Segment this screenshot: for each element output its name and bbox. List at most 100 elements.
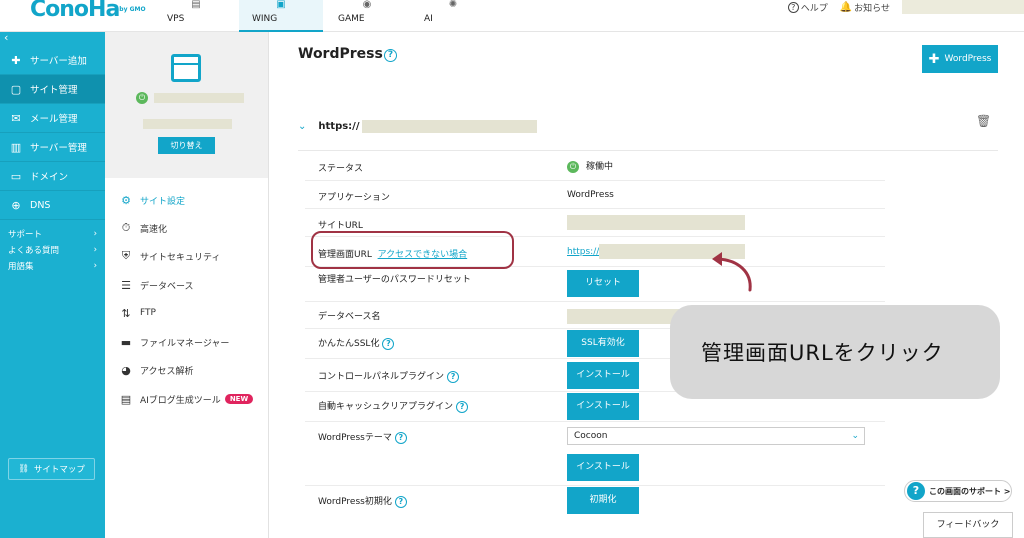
sidebar-item-glossary[interactable]: 用語集 › xyxy=(0,258,105,274)
ssl-label-group: かんたんSSL化? xyxy=(318,336,395,350)
nav-tab-ai[interactable]: ✺ AI xyxy=(411,0,495,32)
sidebar-item-label: サーバー管理 xyxy=(30,143,87,154)
cp-plugin-install-button[interactable]: インストール xyxy=(567,362,639,389)
user-account-bar[interactable] xyxy=(902,0,1024,14)
nav-tab-game[interactable]: ◉ GAME xyxy=(325,0,409,32)
help-question-icon[interactable]: ? xyxy=(447,370,460,383)
nav-tab-vps[interactable]: ▤ VPS xyxy=(154,0,238,32)
site-name-redacted xyxy=(154,93,244,103)
sidebar-small-label: サポート xyxy=(8,230,43,240)
help-question-icon[interactable]: ? xyxy=(394,495,407,508)
add-wordpress-button[interactable]: ✚ WordPress xyxy=(922,45,998,73)
admin-url-highlight xyxy=(311,231,514,269)
menu-label: ファイルマネージャー xyxy=(140,338,230,349)
sidebar-item-dns[interactable]: ⊕ DNS xyxy=(0,191,105,220)
sidebar-item-support[interactable]: サポート › xyxy=(0,226,105,242)
sidebar-item-domain[interactable]: ▭ ドメイン xyxy=(0,162,105,191)
sidebar-item-label: DNS xyxy=(30,199,51,211)
theme-label: WordPressテーマ xyxy=(318,433,392,443)
notice-label: お知らせ xyxy=(854,3,890,14)
globe-icon: ⊕ xyxy=(11,198,21,212)
trash-icon[interactable]: 🗑 xyxy=(976,114,991,128)
theme-select[interactable]: Cocoon ⌄ xyxy=(567,427,865,445)
status-value: ⏻ 稼働中 xyxy=(567,159,613,173)
shield-icon: ⛨ xyxy=(121,249,131,262)
site-url-header[interactable]: ⌄ https:// xyxy=(298,118,998,134)
theme-install-button[interactable]: インストール xyxy=(567,454,639,481)
row-password-reset: 管理者ユーザーのパスワードリセット リセット xyxy=(305,267,885,302)
help-question-icon[interactable]: ? xyxy=(456,400,469,413)
site-domain-redacted xyxy=(143,119,232,129)
notice-link[interactable]: 🔔 お知らせ xyxy=(840,1,890,14)
site-url-redacted xyxy=(567,215,745,230)
row-status: ステータス ⏻ 稼働中 xyxy=(305,151,885,181)
sidebar-item-server[interactable]: ▥ サーバー管理 xyxy=(0,133,105,162)
menu-site-settings[interactable]: ⚙ サイト設定 xyxy=(105,186,269,214)
menu-label: 高速化 xyxy=(140,224,168,235)
chevron-down-icon[interactable]: ⌄ xyxy=(298,121,306,132)
feedback-button[interactable]: フィードバック xyxy=(923,512,1013,538)
menu-label: FTP xyxy=(140,308,156,318)
application-value: WordPress xyxy=(567,190,614,200)
header-utilities: ? ヘルプ 🔔 お知らせ xyxy=(787,0,1024,14)
chevron-right-icon: › xyxy=(93,245,97,255)
row-theme: WordPressテーマ? Cocoon ⌄ インストール xyxy=(305,422,885,486)
collapse-icon[interactable]: ‹ xyxy=(0,32,105,46)
site-window-icon xyxy=(171,54,201,82)
bell-icon: 🔔 xyxy=(839,1,853,13)
help-label: ヘルプ xyxy=(800,3,828,14)
help-question-icon[interactable]: ? xyxy=(384,49,397,62)
database-name-label: データベース名 xyxy=(318,312,381,322)
cache-plugin-install-button[interactable]: インストール xyxy=(567,393,639,420)
sidebar-item-site-management[interactable]: ▢ サイト管理 xyxy=(0,75,105,104)
menu-ftp[interactable]: ⇅ FTP xyxy=(105,299,269,327)
menu-site-security[interactable]: ⛨ サイトセキュリティ xyxy=(105,242,269,270)
row-init: WordPress初期化? 初期化 xyxy=(305,486,885,516)
menu-label: アクセス解析 xyxy=(140,366,194,377)
annotation-callout: 管理画面URLをクリック xyxy=(670,305,1000,399)
cache-plugin-label-group: 自動キャッシュクリアプラグイン? xyxy=(318,399,469,413)
menu-ai-blog-tool[interactable]: ▤ AIブログ生成ツール NEW xyxy=(105,385,269,413)
conoha-logo[interactable]: ConoHaby GMO xyxy=(30,0,146,24)
sidebar-item-faq[interactable]: よくある質問 › xyxy=(0,242,105,258)
screen-support-button[interactable]: ? この画面のサポート > xyxy=(904,480,1012,502)
question-icon: ? xyxy=(907,482,925,500)
support-label: この画面のサポート > xyxy=(929,486,1011,496)
sidebar-item-add-server[interactable]: ✚ サーバー追加 xyxy=(0,46,105,75)
sidebar-item-mail[interactable]: ✉ メール管理 xyxy=(0,104,105,133)
menu-file-manager[interactable]: ▬ ファイルマネージャー xyxy=(105,328,269,356)
site-url-prefix: https:// xyxy=(318,120,360,132)
nav-tab-label: WING xyxy=(252,14,278,24)
sidebar-item-label: メール管理 xyxy=(30,114,78,125)
sitemap-icon: ⛓ xyxy=(18,464,29,474)
switch-site-button[interactable]: 切り替え xyxy=(158,137,215,154)
sitemap-button[interactable]: ⛓ サイトマップ xyxy=(8,458,95,480)
page-title: WordPress xyxy=(298,46,383,62)
theme-label-group: WordPressテーマ? xyxy=(318,430,407,444)
pie-chart-icon: ◕ xyxy=(121,363,131,377)
row-application: アプリケーション WordPress xyxy=(305,181,885,209)
nav-tab-wing[interactable]: ▣ WING xyxy=(239,0,323,32)
menu-access-analysis[interactable]: ◕ アクセス解析 xyxy=(105,356,269,384)
status-text: 稼働中 xyxy=(586,162,614,172)
help-question-icon[interactable]: ? xyxy=(382,337,395,350)
ssl-enable-button[interactable]: SSL有効化 xyxy=(567,330,639,357)
new-badge: NEW xyxy=(224,394,254,404)
document-icon: ▤ xyxy=(120,392,132,406)
ai-icon: ✺ xyxy=(448,0,458,10)
menu-label: データベース xyxy=(140,281,194,292)
menu-speedup[interactable]: ⏱ 高速化 xyxy=(105,214,269,242)
sidebar-item-label: サーバー追加 xyxy=(30,56,87,67)
status-label: ステータス xyxy=(318,164,364,174)
menu-database[interactable]: ☰ データベース xyxy=(105,271,269,299)
site-url-redacted xyxy=(362,119,538,133)
help-link[interactable]: ? ヘルプ xyxy=(787,1,828,14)
sidebar-small-label: よくある質問 xyxy=(8,246,60,256)
mail-icon: ✉ xyxy=(11,111,21,125)
logo-text: ConoHa xyxy=(30,0,120,22)
help-question-icon[interactable]: ? xyxy=(394,431,407,444)
init-button[interactable]: 初期化 xyxy=(567,487,639,514)
reset-button[interactable]: リセット xyxy=(567,270,639,297)
database-icon: ☰ xyxy=(121,278,131,292)
admin-url-link[interactable]: https:// xyxy=(567,247,599,257)
